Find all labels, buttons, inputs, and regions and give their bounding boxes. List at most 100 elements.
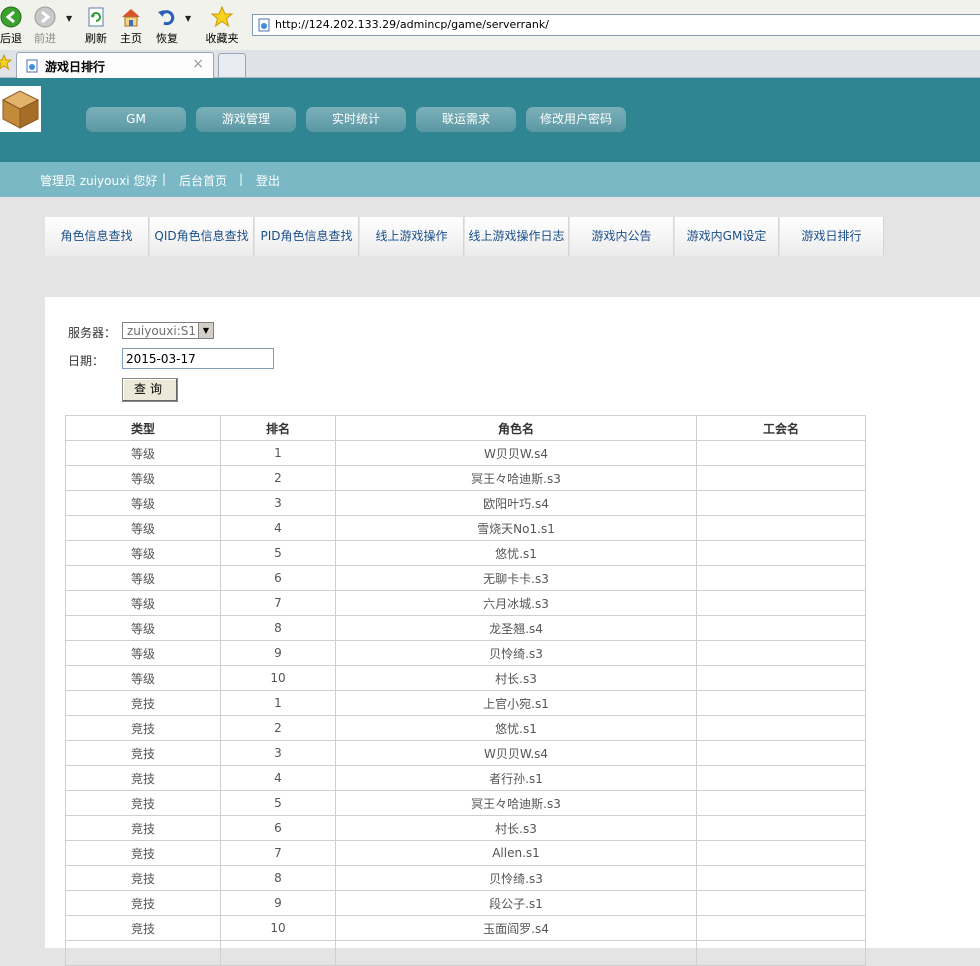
subtab-role-search[interactable]: 角色信息查找 bbox=[45, 217, 149, 256]
browser-toolbar: 后退 前进 ▼ 刷新 主页 恢复 ▼ 收藏夹 http://124.202.13… bbox=[0, 0, 980, 50]
table-row: 等级 1 W贝贝W.s4 bbox=[65, 440, 866, 466]
address-bar[interactable]: http://124.202.133.29/admincp/game/serve… bbox=[252, 14, 980, 36]
home-label: 主页 bbox=[120, 32, 142, 45]
nav-joint-operation[interactable]: 联运需求 bbox=[416, 107, 516, 132]
subtab-online-ops-log[interactable]: 线上游戏操作日志 bbox=[465, 217, 569, 256]
favorites-button[interactable]: 收藏夹 bbox=[200, 6, 244, 46]
cell-guild-name bbox=[696, 940, 866, 966]
table-row: 等级 4 雪烧天No1.s1 bbox=[65, 515, 866, 541]
cell-role-name: 龙圣翘.s4 bbox=[335, 615, 697, 641]
cell-guild-name bbox=[696, 890, 866, 916]
cell-role-name: 村长.s3 bbox=[335, 815, 697, 841]
cell-role-name: 贝怜绮.s3 bbox=[335, 865, 697, 891]
date-input[interactable] bbox=[122, 348, 274, 369]
table-row: 竞技 7 Allen.s1 bbox=[65, 840, 866, 866]
cell-rank: 4 bbox=[220, 765, 336, 791]
browser-tabbar: 游戏日排行 × bbox=[0, 50, 980, 78]
cell-guild-name bbox=[696, 915, 866, 941]
table-row: 竞技 9 段公子.s1 bbox=[65, 890, 866, 916]
cell-rank: 4 bbox=[220, 515, 336, 541]
cell-role-name: 段公子.s1 bbox=[335, 890, 697, 916]
subtab-qid-role-search[interactable]: QID角色信息查找 bbox=[150, 217, 254, 256]
separator: | bbox=[162, 172, 167, 186]
cell-guild-name bbox=[696, 465, 866, 491]
new-tab-button[interactable] bbox=[218, 53, 246, 77]
nav-game-management[interactable]: 游戏管理 bbox=[196, 107, 296, 132]
home-button[interactable]: 主页 bbox=[115, 6, 147, 46]
restore-dropdown-icon[interactable]: ▼ bbox=[185, 14, 191, 23]
refresh-label: 刷新 bbox=[85, 32, 107, 45]
favorites-label: 收藏夹 bbox=[205, 32, 239, 45]
separator: | bbox=[239, 172, 244, 186]
cell-role-name: 贝怜绮.s3 bbox=[335, 640, 697, 666]
refresh-button[interactable]: 刷新 bbox=[80, 6, 112, 46]
subtab-pid-role-search[interactable]: PID角色信息查找 bbox=[255, 217, 359, 256]
cell-rank: 1 bbox=[220, 690, 336, 716]
subtab-in-game-notice[interactable]: 游戏内公告 bbox=[570, 217, 674, 256]
table-row: 竞技 5 冥王々哈迪斯.s3 bbox=[65, 790, 866, 816]
table-header-row: 类型 排名 角色名 工会名 bbox=[65, 415, 866, 441]
cell-role-name: 玉面阎罗.s4 bbox=[335, 915, 697, 941]
ranking-table-body: 等级 1 W贝贝W.s4 等级 2 冥王々哈迪斯.s3 等级 3 欧阳叶巧.s4 等级 4 雪烧天No… bbox=[65, 440, 866, 966]
chevron-down-icon[interactable]: ▼ bbox=[198, 323, 213, 338]
cell-rank: 2 bbox=[220, 465, 336, 491]
nav-realtime-stats[interactable]: 实时统计 bbox=[306, 107, 406, 132]
nav-gm[interactable]: GM bbox=[86, 107, 186, 132]
cell-type: 竞技 bbox=[65, 690, 221, 716]
cell-type: 等级 bbox=[65, 665, 221, 691]
cell-rank: 6 bbox=[220, 815, 336, 841]
cell-role-name: 悠忧.s1 bbox=[335, 540, 697, 566]
cell-rank: 10 bbox=[220, 915, 336, 941]
server-select[interactable]: zuiyouxi:S1 ▼ bbox=[122, 322, 214, 339]
subtab-daily-ranking[interactable]: 游戏日排行 bbox=[780, 217, 884, 256]
cell-guild-name bbox=[696, 715, 866, 741]
logout-link[interactable]: 登出 bbox=[256, 172, 280, 189]
table-row: 竞技 4 者行孙.s1 bbox=[65, 765, 866, 791]
cell-rank: 10 bbox=[220, 665, 336, 691]
favorites-center-star-icon[interactable] bbox=[0, 54, 12, 70]
restore-label: 恢复 bbox=[156, 32, 178, 45]
tab-active[interactable]: 游戏日排行 × bbox=[16, 52, 214, 78]
cell-type: 等级 bbox=[65, 615, 221, 641]
column-header-type: 类型 bbox=[65, 415, 221, 441]
cell-rank bbox=[220, 940, 336, 966]
cell-type: 竞技 bbox=[65, 790, 221, 816]
admin-home-link[interactable]: 后台首页 bbox=[179, 172, 227, 189]
home-icon bbox=[122, 9, 140, 27]
table-row: 等级 10 村长.s3 bbox=[65, 665, 866, 691]
server-label: 服务器： bbox=[68, 326, 117, 340]
server-select-value: zuiyouxi:S1 bbox=[127, 324, 197, 338]
site-header: GM 游戏管理 实时统计 联运需求 修改用户密码 bbox=[0, 78, 980, 162]
restore-button[interactable]: 恢复 bbox=[151, 6, 183, 46]
table-row: 等级 6 无聊卡卡.s3 bbox=[65, 565, 866, 591]
back-label: 后退 bbox=[0, 32, 22, 45]
cell-guild-name bbox=[696, 690, 866, 716]
cell-role-name: 雪烧天No1.s1 bbox=[335, 515, 697, 541]
cell-type: 竞技 bbox=[65, 740, 221, 766]
tab-close-icon[interactable]: × bbox=[192, 56, 204, 72]
query-button[interactable]: 查询 bbox=[122, 378, 178, 402]
cell-role-name: W贝贝W.s4 bbox=[335, 740, 697, 766]
date-label: 日期： bbox=[68, 354, 105, 368]
cell-guild-name bbox=[696, 765, 866, 791]
cell-type: 等级 bbox=[65, 515, 221, 541]
column-header-rank: 排名 bbox=[220, 415, 336, 441]
cell-role-name: 欧阳叶巧.s4 bbox=[335, 490, 697, 516]
forward-label: 前进 bbox=[34, 32, 56, 45]
logo[interactable] bbox=[0, 86, 41, 132]
forward-button[interactable]: 前进 bbox=[28, 6, 62, 46]
cell-type: 等级 bbox=[65, 565, 221, 591]
logo-box-icon bbox=[1, 90, 40, 129]
nav-change-password[interactable]: 修改用户密码 bbox=[526, 107, 626, 132]
forward-dropdown-icon[interactable]: ▼ bbox=[66, 14, 72, 23]
cell-guild-name bbox=[696, 565, 866, 591]
user-greeting: 管理员 zuiyouxi 您好 bbox=[40, 174, 158, 188]
back-button[interactable]: 后退 bbox=[0, 6, 28, 46]
cell-role-name: 者行孙.s1 bbox=[335, 765, 697, 791]
table-row: 等级 5 悠忧.s1 bbox=[65, 540, 866, 566]
table-row: 等级 3 欧阳叶巧.s4 bbox=[65, 490, 866, 516]
subtab-online-game-ops[interactable]: 线上游戏操作 bbox=[360, 217, 464, 256]
subtab-in-game-gm-settings[interactable]: 游戏内GM设定 bbox=[675, 217, 779, 256]
page-icon bbox=[258, 18, 270, 32]
cell-guild-name bbox=[696, 590, 866, 616]
